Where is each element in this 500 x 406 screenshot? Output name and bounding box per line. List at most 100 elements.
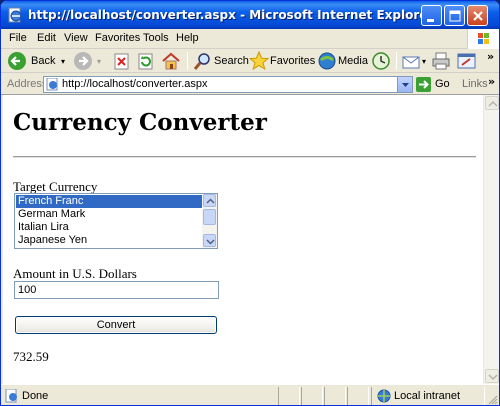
- chevron-up-icon: [206, 198, 215, 204]
- conversion-result: 732.59: [13, 349, 49, 364]
- refresh-icon: [138, 53, 153, 70]
- horizontal-rule: [13, 156, 476, 158]
- forward-arrow-icon: [74, 52, 92, 70]
- title-bar: http://localhost/converter.aspx - Micros…: [1, 1, 499, 29]
- status-text: Done: [22, 390, 49, 402]
- stop-button[interactable]: [113, 51, 131, 71]
- amount-input[interactable]: 100: [14, 281, 219, 299]
- currency-option[interactable]: Italian Lira: [16, 221, 202, 234]
- links-overflow-icon[interactable]: »: [488, 75, 495, 88]
- search-label: Search: [214, 55, 249, 67]
- favorites-label: Favorites: [270, 55, 316, 67]
- links-toolbar[interactable]: Links: [462, 78, 488, 90]
- toolbar-separator: [396, 52, 397, 70]
- maximize-button[interactable]: [444, 5, 465, 26]
- media-button[interactable]: Media: [317, 51, 368, 71]
- favorites-button[interactable]: Favorites: [248, 50, 315, 71]
- menu-tools[interactable]: Tools: [143, 32, 169, 44]
- windows-logo: [467, 29, 499, 49]
- browser-window: http://localhost/converter.aspx - Micros…: [0, 0, 500, 406]
- windows-flag-icon: [478, 33, 489, 44]
- scroll-thumb[interactable]: [203, 209, 216, 225]
- zone-text: Local intranet: [394, 390, 461, 402]
- home-button[interactable]: [161, 51, 181, 71]
- address-input[interactable]: http://localhost/converter.aspx: [43, 76, 413, 93]
- currency-listbox[interactable]: French Franc German Mark Italian Lira Ja…: [14, 193, 218, 249]
- window-title: http://localhost/converter.aspx - Micros…: [28, 8, 434, 22]
- go-button[interactable]: Go: [415, 76, 459, 93]
- page-content: Currency Converter Target Currency Frenc…: [3, 95, 483, 384]
- page-scroll-up-button[interactable]: [485, 96, 499, 110]
- page-icon: [46, 78, 58, 91]
- menu-view[interactable]: View: [64, 32, 88, 44]
- minimize-icon: [427, 19, 434, 22]
- currency-option[interactable]: Japanese Yen: [16, 234, 202, 247]
- amount-label: Amount in U.S. Dollars: [13, 266, 137, 281]
- listbox-scrollbar[interactable]: [202, 194, 217, 248]
- close-icon: [473, 11, 483, 21]
- page-done-icon: [5, 389, 17, 403]
- chevron-down-icon: [402, 83, 409, 87]
- ie-page-icon: [8, 7, 22, 23]
- mail-icon: [402, 56, 420, 69]
- menu-file[interactable]: File: [9, 32, 27, 44]
- minimize-button[interactable]: [421, 5, 442, 26]
- forward-dropdown-icon[interactable]: ▾: [97, 57, 101, 66]
- mail-dropdown-icon[interactable]: ▾: [422, 57, 426, 66]
- go-label: Go: [435, 78, 450, 90]
- refresh-button[interactable]: [137, 51, 155, 71]
- media-label: Media: [338, 55, 368, 67]
- resize-grip-icon[interactable]: [486, 393, 498, 405]
- currency-option[interactable]: French Franc: [16, 195, 202, 208]
- chevron-down-icon: [206, 239, 215, 245]
- chevron-up-icon: [488, 100, 498, 107]
- search-icon: [193, 53, 210, 70]
- history-button[interactable]: [371, 51, 391, 71]
- back-arrow-icon: [8, 52, 26, 70]
- go-arrow-icon: [416, 77, 431, 92]
- local-intranet-icon: [377, 389, 391, 403]
- home-icon: [162, 52, 180, 70]
- address-url: http://localhost/converter.aspx: [62, 78, 208, 90]
- mail-button[interactable]: ▾: [401, 51, 429, 71]
- toolbar-separator: [187, 52, 188, 70]
- menu-bar: File Edit View Favorites Tools Help: [1, 29, 499, 49]
- currency-option[interactable]: German Mark: [16, 208, 202, 221]
- amount-value: 100: [18, 284, 37, 296]
- address-dropdown-button[interactable]: [397, 77, 412, 92]
- address-bar: Address http://localhost/converter.aspx …: [1, 74, 499, 95]
- convert-label: Convert: [96, 319, 136, 331]
- page-title: Currency Converter: [13, 109, 267, 136]
- page-scroll-down-button[interactable]: [485, 369, 499, 383]
- print-icon: [432, 52, 450, 70]
- page-scrollbar[interactable]: [483, 95, 499, 384]
- status-pane: [347, 387, 369, 405]
- print-button[interactable]: [431, 51, 451, 71]
- stop-icon: [114, 53, 129, 70]
- back-dropdown-icon[interactable]: ▾: [61, 57, 65, 66]
- history-icon: [372, 52, 390, 70]
- close-button[interactable]: [467, 5, 488, 26]
- toolbar-overflow-icon[interactable]: »: [487, 50, 494, 63]
- status-pane: [278, 387, 300, 405]
- address-label: Address: [7, 78, 48, 90]
- menu-help[interactable]: Help: [176, 32, 199, 44]
- media-icon: [318, 52, 336, 70]
- convert-button[interactable]: Convert: [15, 316, 217, 334]
- chevron-down-icon: [488, 374, 498, 381]
- back-button[interactable]: Back ▾: [7, 51, 69, 71]
- standard-toolbar: Back ▾ ▾ Search Favorites Media ▾ »: [1, 49, 499, 73]
- status-pane: [324, 387, 346, 405]
- forward-button[interactable]: ▾: [73, 51, 107, 71]
- edit-button[interactable]: [456, 51, 478, 71]
- status-bar: Done Local intranet: [1, 384, 499, 405]
- back-label: Back: [31, 55, 56, 67]
- menu-favorites[interactable]: Favorites: [95, 32, 140, 44]
- scroll-up-button[interactable]: [203, 194, 216, 207]
- scroll-down-button[interactable]: [203, 234, 216, 247]
- maximize-icon: [449, 10, 461, 22]
- edit-icon: [457, 53, 476, 69]
- search-button[interactable]: Search: [193, 51, 249, 71]
- favorites-star-icon: [248, 50, 270, 71]
- menu-edit[interactable]: Edit: [37, 32, 56, 44]
